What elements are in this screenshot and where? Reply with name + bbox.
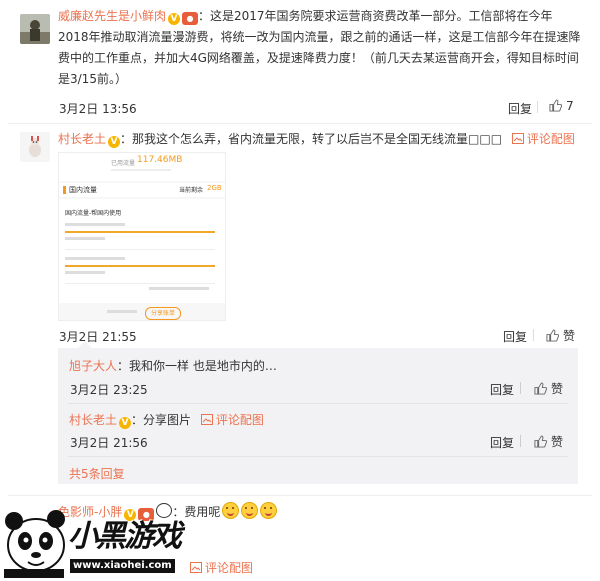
watermark-url: www.xiaohei.com xyxy=(70,559,175,573)
username-link[interactable]: 旭子大人 xyxy=(69,359,117,373)
laugh-emoji-icon xyxy=(241,502,259,519)
remain-value: 2GB xyxy=(207,184,222,192)
reply-list: 旭子大人：我和你一样 也是地市内的… 3月2日 23:25 回复 赞 村长老土 V… xyxy=(58,341,578,484)
verified-icon: V xyxy=(108,136,121,148)
divider xyxy=(8,495,592,496)
image-icon xyxy=(511,133,524,144)
thumbs-up-icon xyxy=(549,99,562,112)
like-label: 赞 xyxy=(563,329,576,343)
watermark-brand: 小黑游戏 xyxy=(68,519,182,554)
like-label: 赞 xyxy=(551,382,564,396)
timestamp: 3月2日 13:56 xyxy=(59,102,137,116)
used-label: 已用流量 xyxy=(111,160,136,167)
comment-picture-link[interactable]: 评论配图 xyxy=(190,559,253,576)
like-button[interactable]: 赞 xyxy=(534,433,563,450)
comment-body: ：那我这个怎么弄，省内流量无限，转了以后岂不是全国无线流量□□□ xyxy=(120,132,503,146)
like-button[interactable]: 7 xyxy=(549,99,574,113)
comment-line: 是3/15前。） xyxy=(58,72,127,86)
reply-button[interactable]: 回复 xyxy=(508,100,532,117)
comment-line: 费中的工作重点，并加大4G网络覆盖，及提速降费力度！（前几天去某运营商开会，得知… xyxy=(58,51,579,65)
laugh-emoji-icon xyxy=(222,502,240,519)
like-button[interactable]: 赞 xyxy=(546,327,575,344)
comment-picture-link[interactable]: 评论配图 xyxy=(200,413,264,427)
thumbs-up-icon xyxy=(534,435,547,448)
reply-text: ：分享图片 xyxy=(131,413,192,427)
reply-text: ：我和你一样 也是地市内的… xyxy=(117,359,277,373)
laugh-emoji-icon xyxy=(260,502,278,519)
remain-label: 当前剩余 xyxy=(179,187,204,194)
image-icon xyxy=(200,414,213,425)
used-value: 117.46MB xyxy=(137,155,183,165)
comment-picture-link[interactable]: 评论配图 xyxy=(511,132,575,146)
watermark-logo: 小黑游戏 www.xiaohei.com xyxy=(0,505,195,578)
timestamp: 3月2日 21:56 xyxy=(70,436,148,450)
share-bill-button: 分享账单 xyxy=(145,307,181,320)
comment-line: 2018年推动取消流量漫游费，将统一改为国内流量，跟之前的通话一样，这是工信部今… xyxy=(58,30,581,44)
sub-title: 国内流量-帮国内使用 xyxy=(65,210,122,217)
comment-image[interactable]: 已用流量 117.46MB 国内流量 当前剩余 2GB 国内流量-帮国内使用 分… xyxy=(58,152,226,321)
timestamp: 3月2日 23:25 xyxy=(70,383,148,397)
comment-line: ：这是2017年国务院要求运营商资费改革一部分。工信部将在今年 xyxy=(198,9,553,23)
username-link[interactable]: 村长老土 xyxy=(69,413,117,427)
comment-text: 威廉赵先生是小鲜肉 V ● ：这是2017年国务院要求运营商资费改革一部分。工信部将在… xyxy=(58,6,588,90)
timestamp: 3月2日 21:55 xyxy=(59,330,137,344)
member-badge-icon: ● xyxy=(182,12,199,25)
like-label: 赞 xyxy=(551,435,564,449)
username-link[interactable]: 村长老土 xyxy=(58,132,106,146)
verified-icon: V xyxy=(119,417,132,429)
avatar[interactable] xyxy=(20,14,50,44)
panda-mascot-icon xyxy=(4,510,65,578)
more-replies-link[interactable]: 共5条回复 xyxy=(69,465,125,482)
like-count: 7 xyxy=(566,99,574,113)
reply-button[interactable]: 回复 xyxy=(490,381,514,398)
username-link[interactable]: 威廉赵先生是小鲜肉 xyxy=(58,9,166,23)
reply-item: 村长老土 V ：分享图片 评论配图 xyxy=(69,410,264,431)
avatar[interactable] xyxy=(20,132,50,162)
reply-button[interactable]: 回复 xyxy=(490,434,514,451)
like-button[interactable]: 赞 xyxy=(534,380,563,397)
divider xyxy=(8,123,592,124)
thumbs-up-icon xyxy=(546,329,559,342)
comment-text: 村长老土 V ：那我这个怎么弄，省内流量无限，转了以后岂不是全国无线流量□□□ 评论… xyxy=(58,129,588,150)
verified-icon: V xyxy=(168,13,181,25)
reply-button[interactable]: 回复 xyxy=(503,328,527,345)
section-title: 国内流量 xyxy=(69,186,97,194)
thumbs-up-icon xyxy=(534,382,547,395)
reply-item: 旭子大人：我和你一样 也是地市内的… xyxy=(69,356,277,377)
